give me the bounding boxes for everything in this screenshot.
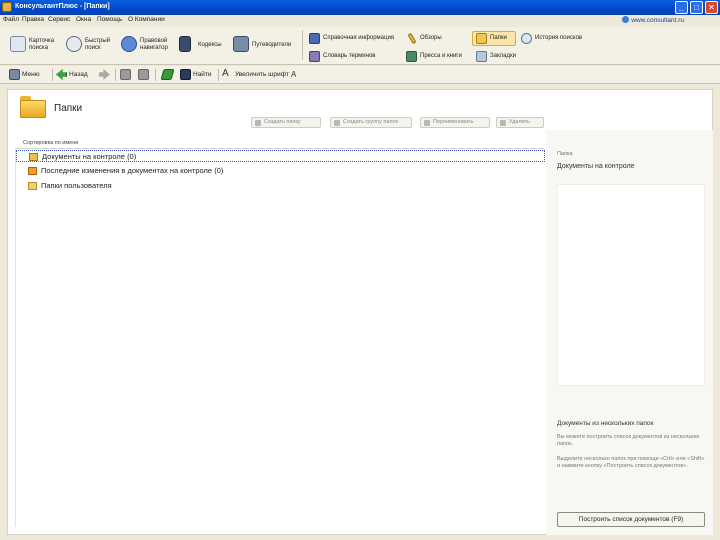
site-link-label: www.consultant.ru	[631, 17, 684, 24]
folder-list: Документы на контроле (0) Последние изме…	[15, 149, 545, 527]
rename-button[interactable]: Переименовать	[420, 117, 490, 128]
bookmarks-icon	[476, 51, 487, 62]
font-size-small-icon: A	[291, 70, 297, 79]
search-card-icon	[10, 36, 26, 52]
multi-folder-text: Вы можете построить список документов из…	[557, 434, 700, 447]
history-icon	[521, 33, 532, 44]
site-link[interactable]: www.consultant.ru	[622, 16, 684, 24]
decrease-font-button[interactable]: A	[291, 69, 303, 81]
back-button[interactable]: Назад	[56, 69, 96, 81]
binoculars-icon	[180, 69, 191, 80]
print-button[interactable]	[120, 69, 132, 81]
create-folder-group-button[interactable]: Создать группу папок	[330, 117, 412, 128]
list-item[interactable]: Папки пользователя	[16, 180, 545, 192]
back-arrow-icon	[56, 69, 67, 80]
menu-windows[interactable]: Окна	[76, 16, 91, 23]
search-card-button[interactable]: Карточка поиска	[10, 32, 62, 62]
window-title: КонсультантПлюс - [Папки]	[15, 3, 110, 10]
page-title: Папки	[54, 103, 83, 114]
toolbar-separator	[52, 69, 53, 81]
new-group-icon	[334, 120, 340, 126]
toolbar-separator	[115, 69, 116, 81]
folder-label: Папка	[557, 151, 573, 157]
toolbar-separator	[218, 69, 219, 81]
copy-icon	[138, 69, 149, 80]
list-item[interactable]: Документы на контроле (0)	[16, 150, 545, 162]
multi-folder-heading: Документы из нескольких папок	[557, 420, 654, 427]
multi-folder-hint: Выделите несколько папок при помощи «Ctr…	[557, 456, 705, 469]
menu-edit[interactable]: Правка	[22, 16, 44, 23]
changes-folder-icon	[28, 167, 37, 175]
menu-help[interactable]: Помощь	[97, 16, 122, 23]
folder-icon	[20, 96, 46, 118]
list-item[interactable]: Последние изменения в документах на конт…	[16, 165, 545, 177]
menu-about[interactable]: О Компании	[128, 16, 165, 23]
find-button[interactable]: Найти	[180, 69, 216, 81]
user-folder-icon	[28, 182, 37, 190]
guides-button[interactable]: Путеводители	[233, 32, 297, 62]
reference-icon	[309, 33, 320, 44]
quick-search-button[interactable]: Быстрый поиск	[66, 32, 118, 62]
toolbar-separator	[302, 30, 303, 60]
forward-arrow-icon	[99, 69, 110, 80]
quick-search-icon	[66, 36, 82, 52]
menu-dropdown-button[interactable]: Меню	[9, 69, 49, 81]
send-icon	[160, 69, 175, 80]
new-folder-icon	[255, 120, 261, 126]
folders-icon	[476, 33, 487, 44]
increase-font-button[interactable]: A Увеличить шрифт	[222, 69, 294, 81]
menu-icon	[9, 69, 20, 80]
menu-file[interactable]: Файл	[3, 16, 19, 23]
toolbar-separator	[155, 69, 156, 81]
codes-button[interactable]: Кодексы	[179, 32, 229, 62]
copy-button[interactable]	[138, 69, 150, 81]
forward-button[interactable]	[99, 69, 111, 81]
globe-icon	[622, 16, 630, 23]
close-button[interactable]: ✕	[705, 1, 718, 14]
title-bar: КонсультантПлюс - [Папки] _ □ ✕	[0, 0, 720, 15]
codes-icon	[179, 36, 191, 52]
menu-service[interactable]: Сервис	[48, 16, 70, 23]
legal-navigator-button[interactable]: Правовой навигатор	[121, 32, 175, 62]
menu-bar: Файл Правка Сервис Окна Помощь О Компани…	[0, 15, 720, 26]
sort-header[interactable]: Сортировка по имени	[15, 138, 544, 149]
app-icon	[2, 2, 12, 12]
delete-icon	[500, 120, 506, 126]
selected-folder-name: Документы на контроле	[557, 163, 635, 170]
font-size-icon: A	[222, 68, 229, 79]
press-icon	[406, 51, 417, 62]
build-list-button[interactable]: Построить список документов (F9)	[557, 512, 705, 527]
check-folder-icon	[29, 153, 38, 161]
rename-icon	[424, 120, 430, 126]
folder-preview-box	[557, 184, 705, 386]
guides-icon	[233, 36, 249, 52]
dictionary-icon	[309, 51, 320, 62]
minimize-button[interactable]: _	[675, 1, 688, 14]
send-button[interactable]	[160, 69, 175, 81]
document-icon	[120, 69, 131, 80]
delete-button[interactable]: Удалить	[496, 117, 544, 128]
maximize-button[interactable]: □	[690, 1, 703, 14]
create-folder-button[interactable]: Создать папку	[251, 117, 321, 128]
navigator-icon	[121, 36, 137, 52]
